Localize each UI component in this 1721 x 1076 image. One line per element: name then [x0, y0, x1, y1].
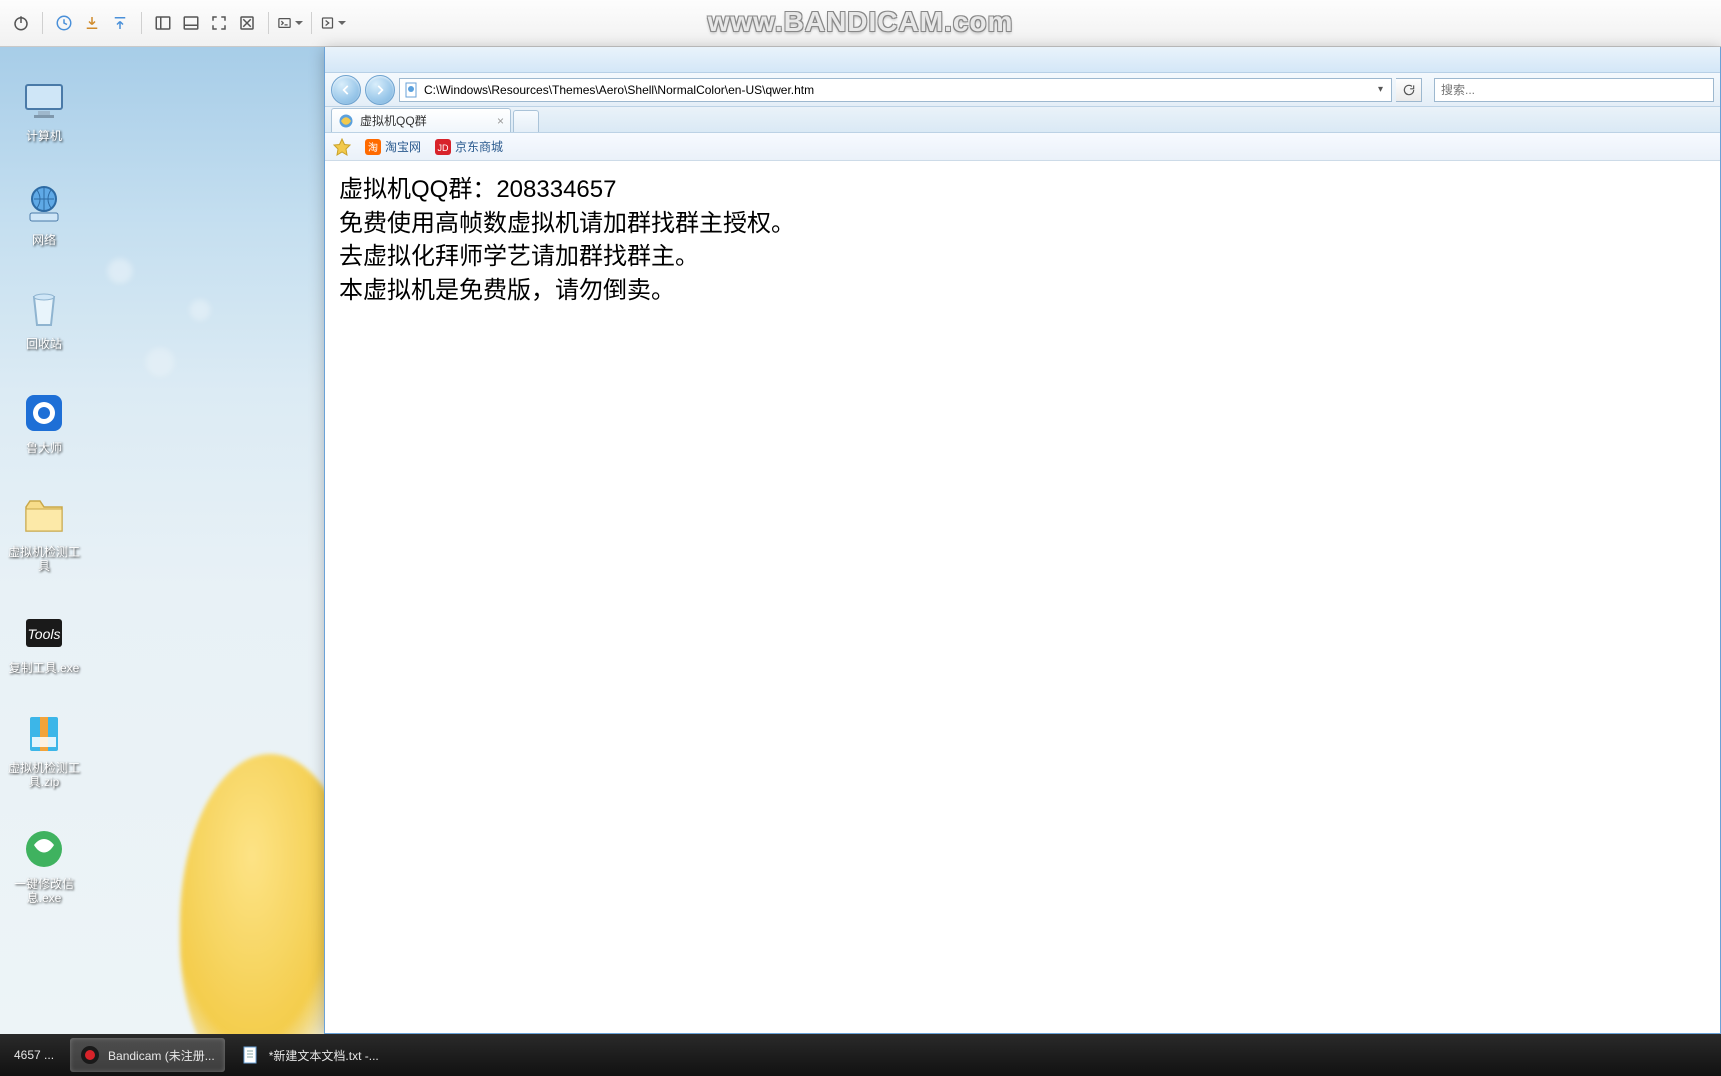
content-line: 虚拟机QQ群：208334657: [339, 173, 1706, 207]
network-icon: [20, 181, 68, 229]
favorite-link-taobao[interactable]: 淘 淘宝网: [365, 138, 421, 155]
terminal-icon[interactable]: [277, 10, 303, 36]
taskbar-item-notepad[interactable]: *新建文本文档.txt -...: [231, 1038, 389, 1072]
desktop-icon-label: 回收站: [6, 337, 82, 351]
search-input[interactable]: [1435, 83, 1713, 97]
taskbar-label: *新建文本文档.txt -...: [269, 1047, 379, 1064]
desktop-icon-ludashi[interactable]: 鲁大师: [6, 389, 82, 455]
ie-favicon: [338, 113, 354, 129]
recent-icon[interactable]: [51, 10, 77, 36]
bandicam-icon: [80, 1045, 100, 1065]
forward-button[interactable]: [365, 75, 395, 105]
page-content: 虚拟机QQ群：208334657 免费使用高帧数虚拟机请加群找群主授权。 去虚拟…: [325, 161, 1720, 1033]
folder-icon: [20, 493, 68, 541]
desktop-icon-computer[interactable]: 计算机: [6, 77, 82, 143]
refresh-button[interactable]: [1396, 78, 1422, 102]
desktop-icon-label: 一键修改信息.exe: [6, 877, 82, 905]
favorites-bar: 淘 淘宝网 JD 京东商城: [325, 133, 1720, 161]
onekey-icon: [20, 825, 68, 873]
taskbar-label: 4657 ...: [14, 1048, 54, 1062]
zip-icon: [20, 709, 68, 757]
host-toolbar: [0, 0, 1721, 47]
svg-text:淘: 淘: [368, 141, 378, 154]
taskbar-item-truncated[interactable]: 4657 ...: [4, 1038, 64, 1072]
desktop-icon-network[interactable]: 网络: [6, 181, 82, 247]
toolbar-divider: [268, 12, 269, 34]
desktop-icon-label: 鲁大师: [6, 441, 82, 455]
desktop-icon-onekey[interactable]: 一键修改信息.exe: [6, 825, 82, 905]
desktop-icon-recycle[interactable]: 回收站: [6, 285, 82, 351]
search-box[interactable]: [1434, 78, 1714, 102]
power-icon[interactable]: [8, 10, 34, 36]
ie-address-row: ▾: [325, 73, 1720, 107]
taskbar-label: Bandicam (未注册...: [108, 1047, 215, 1064]
download-icon[interactable]: [79, 10, 105, 36]
ludashi-icon: [20, 389, 68, 437]
desktop-icon-vmdetectzip[interactable]: 虚拟机检测工具.zip: [6, 709, 82, 789]
computer-icon: [20, 77, 68, 125]
taobao-icon: 淘: [365, 139, 381, 155]
desktop-icon-label: 网络: [6, 233, 82, 247]
recycle-icon: [20, 285, 68, 333]
ie-tab-row: 虚拟机QQ群 ×: [325, 107, 1720, 133]
content-line: 去虚拟化拜师学艺请加群找群主。: [339, 240, 1706, 274]
desktop-icon-label: 计算机: [6, 129, 82, 143]
desktop-icon-vmdetect[interactable]: 虚拟机检测工具: [6, 493, 82, 573]
toolbar-divider: [141, 12, 142, 34]
taskbar: 4657 ... Bandicam (未注册... *新建文本文档.txt -.…: [0, 1034, 1721, 1076]
desktop-icon-copytool[interactable]: Tools 复制工具.exe: [6, 609, 82, 675]
favorite-label: 京东商城: [455, 138, 503, 155]
layout-left-icon[interactable]: [150, 10, 176, 36]
favorites-star-icon[interactable]: [333, 138, 351, 156]
back-button[interactable]: [331, 75, 361, 105]
toolbar-divider: [311, 12, 312, 34]
ie-window: ▾ 虚拟机QQ群 × 淘 淘宝网 JD: [324, 47, 1721, 1034]
page-icon: [404, 82, 420, 98]
zoom-icon[interactable]: [320, 10, 346, 36]
fullscreen-icon[interactable]: [206, 10, 232, 36]
ie-titlebar[interactable]: [325, 47, 1720, 73]
toolbar-divider: [42, 12, 43, 34]
browser-tab[interactable]: 虚拟机QQ群 ×: [331, 108, 511, 132]
address-input[interactable]: [424, 83, 1370, 97]
favorite-label: 淘宝网: [385, 138, 421, 155]
upload-icon[interactable]: [107, 10, 133, 36]
cancel-fullscreen-icon[interactable]: [234, 10, 260, 36]
svg-text:Tools: Tools: [28, 626, 61, 642]
tools-icon: Tools: [20, 609, 68, 657]
desktop-icon-label: 虚拟机检测工具: [6, 545, 82, 573]
tab-title: 虚拟机QQ群: [360, 112, 427, 129]
address-bar[interactable]: ▾: [399, 78, 1392, 102]
content-line: 本虚拟机是免费版，请勿倒卖。: [339, 274, 1706, 308]
new-tab-button[interactable]: [513, 110, 539, 132]
favorite-link-jd[interactable]: JD 京东商城: [435, 138, 503, 155]
wallpaper-decor: [60, 167, 260, 427]
tab-close-icon[interactable]: ×: [497, 114, 504, 128]
address-dropdown-icon[interactable]: ▾: [1374, 84, 1387, 95]
jd-icon: JD: [435, 139, 451, 155]
layout-bottom-icon[interactable]: [178, 10, 204, 36]
taskbar-item-bandicam[interactable]: Bandicam (未注册...: [70, 1038, 225, 1072]
desktop-icon-label: 虚拟机检测工具.zip: [6, 761, 82, 789]
notepad-icon: [241, 1045, 261, 1065]
svg-text:JD: JD: [438, 143, 450, 153]
content-line: 免费使用高帧数虚拟机请加群找群主授权。: [339, 207, 1706, 241]
desktop-icon-label: 复制工具.exe: [6, 661, 82, 675]
